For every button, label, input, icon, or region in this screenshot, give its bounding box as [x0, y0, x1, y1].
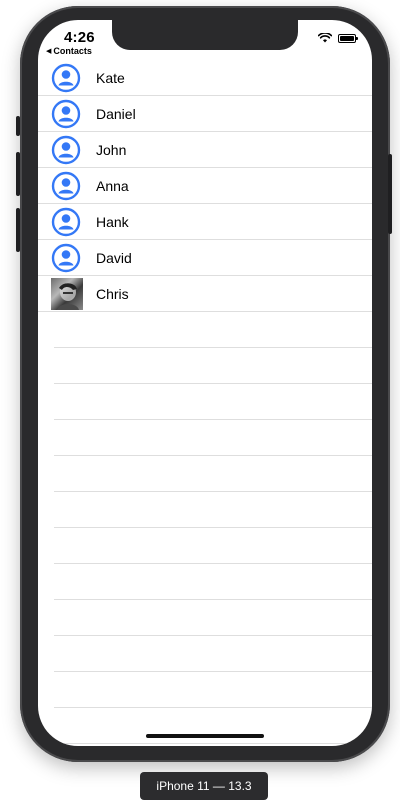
back-arrow-icon: ◀	[46, 48, 52, 55]
battery-icon	[338, 33, 358, 43]
status-time: 4:26	[64, 29, 95, 46]
empty-row	[54, 708, 372, 744]
list-item[interactable]: Kate	[38, 60, 372, 96]
power-button	[388, 154, 392, 234]
empty-row	[54, 492, 372, 528]
volume-down-button	[16, 208, 20, 252]
contact-photo	[51, 278, 83, 310]
empty-row	[54, 384, 372, 420]
device-label: iPhone 11 — 13.3	[140, 772, 268, 800]
contact-name: Kate	[96, 69, 125, 86]
contact-name: Anna	[96, 177, 129, 194]
back-label: Contacts	[53, 46, 92, 56]
person-icon	[51, 207, 81, 237]
home-indicator[interactable]	[146, 734, 264, 738]
empty-row	[54, 456, 372, 492]
phone-screen: 4:26 ◀ Contacts Kate Daniel John Anna Ha…	[38, 20, 372, 746]
empty-row	[54, 672, 372, 708]
person-icon	[51, 171, 81, 201]
list-item[interactable]: Hank	[38, 204, 372, 240]
volume-up-button	[16, 152, 20, 196]
list-item[interactable]: David	[38, 240, 372, 276]
empty-row	[54, 564, 372, 600]
empty-row	[54, 528, 372, 564]
list-item[interactable]: Chris	[38, 276, 372, 312]
wifi-icon	[318, 33, 332, 43]
contact-name: Daniel	[96, 105, 136, 122]
contact-name: David	[96, 249, 132, 266]
person-icon	[51, 135, 81, 165]
contact-name: Chris	[96, 285, 129, 302]
contact-name: John	[96, 141, 127, 158]
contact-name: Hank	[96, 213, 129, 230]
empty-row	[54, 348, 372, 384]
notch	[112, 20, 298, 50]
empty-row	[54, 600, 372, 636]
person-icon	[51, 63, 81, 93]
simulator-stage: 4:26 ◀ Contacts Kate Daniel John Anna Ha…	[0, 0, 400, 806]
empty-row	[54, 312, 372, 348]
status-indicators	[318, 33, 358, 43]
empty-row	[54, 420, 372, 456]
person-icon	[51, 99, 81, 129]
mute-switch	[16, 116, 20, 136]
person-icon	[51, 243, 81, 273]
list-item[interactable]: Anna	[38, 168, 372, 204]
contact-list: Kate Daniel John Anna Hank David Chris	[38, 60, 372, 744]
empty-row	[54, 636, 372, 672]
list-item[interactable]: Daniel	[38, 96, 372, 132]
back-to-contacts-button[interactable]: ◀ Contacts	[46, 46, 92, 56]
list-item[interactable]: John	[38, 132, 372, 168]
